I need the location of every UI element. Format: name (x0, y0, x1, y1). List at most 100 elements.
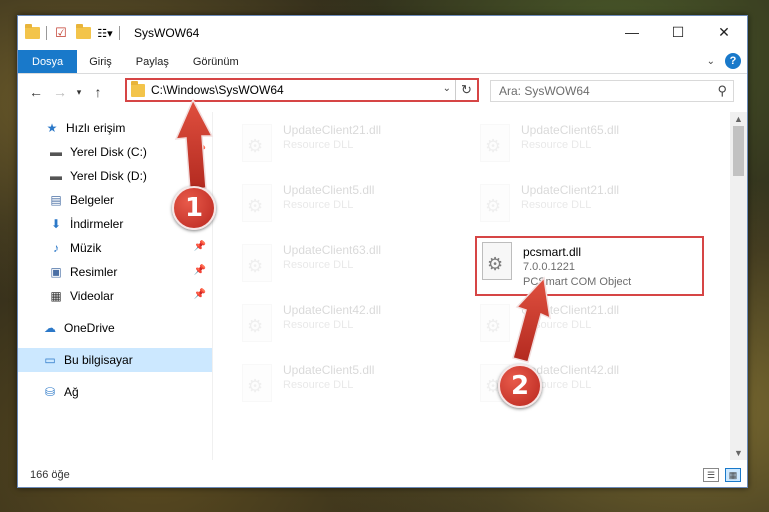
file-name: pcsmart.dll (523, 245, 582, 259)
search-input[interactable]: Ara: SysWOW64 ⚲ (490, 80, 734, 102)
pin-icon: 📌 (193, 241, 206, 252)
sidebar-item-onedrive[interactable]: ☁ OneDrive (18, 316, 212, 340)
maximize-button[interactable]: ☐ (655, 16, 701, 48)
file-name: UpdateClient21.dll (283, 123, 382, 137)
search-icon: ⚲ (717, 83, 727, 98)
downloads-icon: ⬇ (50, 217, 62, 231)
sidebar-item-videos[interactable]: ▦ Videolar 📌 (18, 284, 212, 308)
file-type: Resource DLL (283, 259, 354, 271)
sidebar-item-this-pc[interactable]: ▭ Bu bilgisayar (18, 348, 212, 372)
divider (119, 26, 120, 40)
folder-icon (24, 24, 40, 41)
sidebar-item-label: Belgeler (70, 193, 115, 207)
new-folder-icon[interactable] (75, 24, 91, 41)
sidebar-item-quick-access[interactable]: ★ Hızlı erişim (18, 116, 212, 140)
sidebar-item-drive-d[interactable]: ▬ Yerel Disk (D:) 📌 (18, 164, 212, 188)
file-type: PCSmart COM Object (523, 276, 632, 288)
network-icon: ⛁ (44, 385, 56, 399)
properties-icon[interactable]: ☑ (53, 25, 69, 41)
dll-file-icon: ⚙ (239, 184, 275, 224)
sidebar-item-label: Ağ (64, 385, 79, 399)
minimize-button[interactable]: — (609, 16, 655, 48)
dll-file-icon: ⚙ (239, 124, 275, 164)
step-badge-1: 1 (172, 186, 216, 230)
file-type: Resource DLL (283, 379, 354, 391)
sidebar-item-network[interactable]: ⛁ Ağ (18, 380, 212, 404)
sidebar-item-label: Yerel Disk (C:) (70, 145, 147, 159)
details-view-icon[interactable]: ☰ (703, 468, 719, 482)
navigation-pane: ★ Hızlı erişim ▬ Yerel Disk (C:) 📌 ▬ Yer… (18, 112, 213, 460)
refresh-icon[interactable]: ↻ (455, 80, 477, 100)
file-name: UpdateClient5.dll (283, 183, 375, 197)
file-version: 7.0.0.1221 (523, 261, 575, 273)
star-icon: ★ (46, 121, 58, 135)
scroll-down-icon[interactable]: ▼ (730, 446, 747, 460)
tab-gorunum[interactable]: Görünüm (181, 50, 251, 73)
tab-paylas[interactable]: Paylaş (124, 50, 181, 73)
address-bar[interactable]: C:\Windows\SysWOW64 ⌄ ↻ (125, 78, 479, 102)
file-item[interactable]: ⚙ UpdateClient21.dll Resource DLL (477, 300, 707, 348)
dll-file-icon: ⚙ (239, 244, 275, 284)
customize-toolbar-icon[interactable]: ☷▾ (97, 25, 113, 41)
folder-icon (131, 80, 145, 97)
address-path[interactable]: C:\Windows\SysWOW64 (151, 83, 284, 97)
file-item[interactable]: ⚙ UpdateClient21.dll Resource DLL (477, 180, 707, 228)
navigation-bar: ← → ▾ ↑ C:\Windows\SysWOW64 ⌄ ↻ Ara: Sys… (18, 74, 747, 110)
file-type: Resource DLL (283, 319, 354, 331)
status-bar: 166 öğe ☰ ▦ (18, 463, 747, 487)
recent-locations-chevron-icon[interactable]: ▾ (72, 87, 86, 98)
file-type: Resource DLL (283, 139, 354, 151)
file-item[interactable]: ⚙ UpdateClient5.dll Resource DLL (239, 360, 469, 408)
file-item[interactable]: ⚙ UpdateClient21.dll Resource DLL (239, 120, 469, 168)
computer-icon: ▭ (44, 353, 56, 367)
title-bar: ☑ ☷▾ SysWOW64 — ☐ ✕ (18, 16, 747, 50)
file-item[interactable]: ⚙ UpdateClient63.dll Resource DLL (239, 240, 469, 288)
sidebar-item-label: OneDrive (64, 321, 115, 335)
file-type: Resource DLL (283, 199, 354, 211)
tab-dosya[interactable]: Dosya (18, 50, 78, 73)
documents-icon: ▤ (50, 193, 62, 207)
file-item[interactable]: ⚙ UpdateClient65.dll Resource DLL (477, 120, 707, 168)
chevron-down-icon[interactable]: ⌄ (443, 83, 451, 94)
drive-icon: ▬ (50, 145, 62, 159)
window-controls: — ☐ ✕ (609, 16, 747, 48)
file-item[interactable]: ⚙ UpdateClient42.dll Resource DLL (239, 300, 469, 348)
scroll-up-icon[interactable]: ▲ (730, 112, 747, 126)
sidebar-item-music[interactable]: ♪ Müzik 📌 (18, 236, 212, 260)
sidebar-item-label: Müzik (70, 241, 102, 255)
divider (46, 26, 47, 40)
back-arrow-icon[interactable]: ← (24, 84, 48, 100)
sidebar-item-pictures[interactable]: ▣ Resimler 📌 (18, 260, 212, 284)
expand-ribbon-icon[interactable]: ⌄ (707, 56, 715, 67)
help-icon[interactable]: ? (725, 53, 741, 69)
tab-giris[interactable]: Giriş (77, 50, 124, 73)
view-toggle: ☰ ▦ (703, 468, 741, 482)
close-button[interactable]: ✕ (701, 16, 747, 48)
pin-icon: 📌 (193, 145, 206, 156)
file-type: Resource DLL (521, 319, 592, 331)
dll-file-icon: ⚙ (477, 304, 513, 344)
tiles-view-icon[interactable]: ▦ (725, 468, 741, 482)
file-type: Resource DLL (521, 199, 592, 211)
music-icon: ♪ (53, 241, 59, 255)
ribbon-tabs: Dosya Giriş Paylaş Görünüm ⌄ ? (18, 50, 747, 74)
file-item[interactable]: ⚙ UpdateClient5.dll Resource DLL (239, 180, 469, 228)
drive-icon: ▬ (50, 169, 62, 183)
dll-file-icon: ⚙ (477, 124, 513, 164)
file-name: UpdateClient65.dll (521, 123, 620, 137)
file-name: UpdateClient42.dll (283, 303, 382, 317)
scrollbar-thumb[interactable] (733, 126, 744, 176)
forward-arrow-icon[interactable]: → (48, 84, 72, 100)
content-area: ★ Hızlı erişim ▬ Yerel Disk (C:) 📌 ▬ Yer… (18, 112, 747, 460)
sidebar-item-drive-c[interactable]: ▬ Yerel Disk (C:) 📌 (18, 140, 212, 164)
item-count: 166 öğe (30, 469, 70, 481)
up-arrow-icon[interactable]: ↑ (86, 84, 110, 100)
file-item-pcsmart[interactable]: ⚙ pcsmart.dll 7.0.0.1221 PCSmart COM Obj… (475, 236, 704, 296)
pin-icon: 📌 (193, 169, 206, 180)
file-type: Resource DLL (521, 139, 592, 151)
window-title: SysWOW64 (134, 26, 200, 40)
vertical-scrollbar[interactable]: ▲ ▼ (730, 112, 747, 460)
pictures-icon: ▣ (50, 265, 62, 279)
pin-icon: 📌 (193, 265, 206, 276)
dll-file-icon: ⚙ (239, 364, 275, 404)
